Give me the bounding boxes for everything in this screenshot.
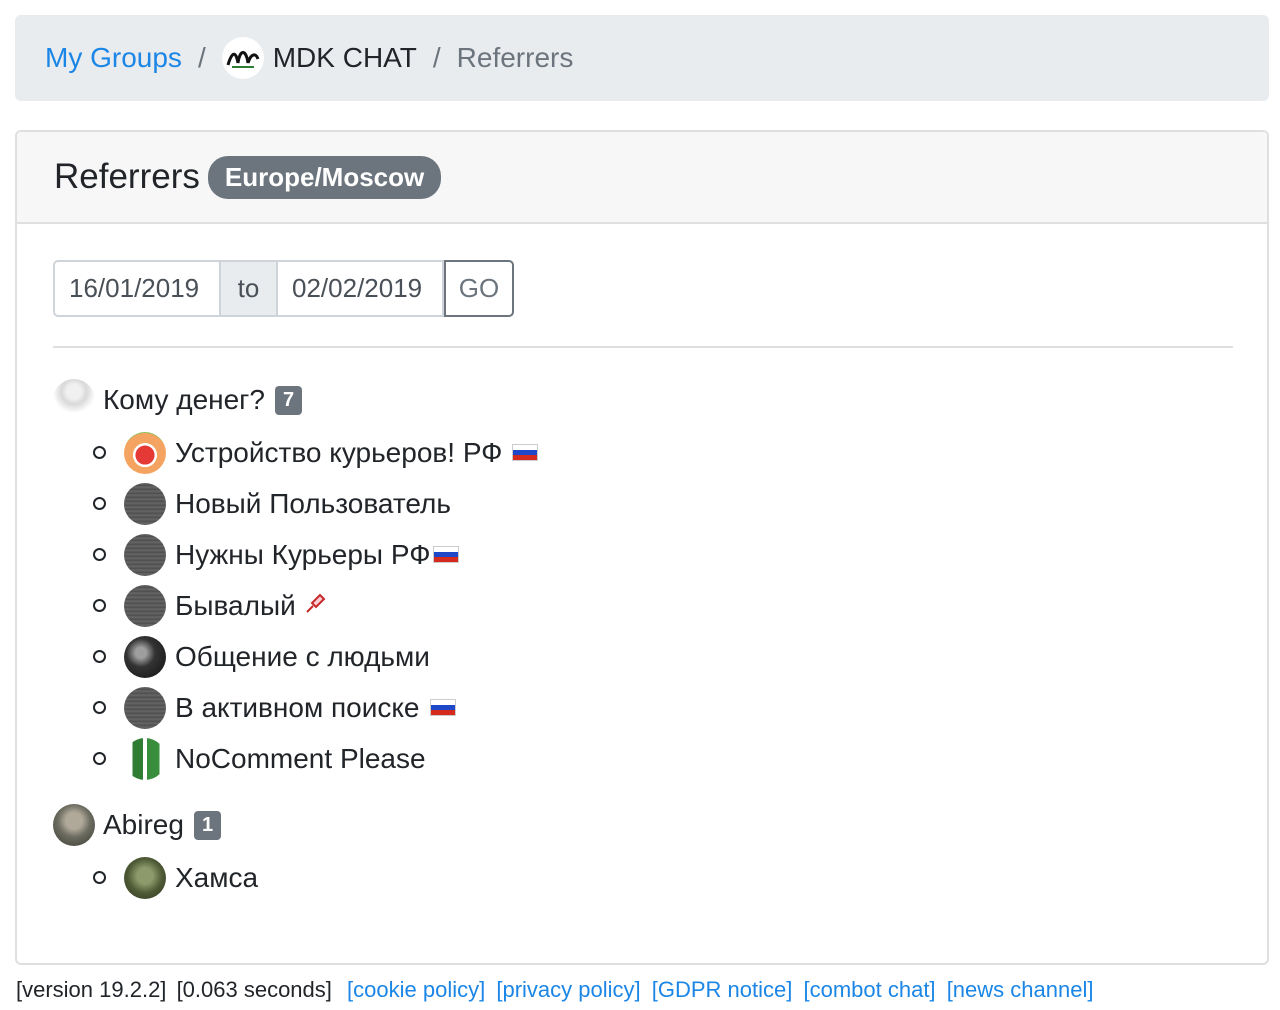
- syringe-icon: [304, 591, 328, 621]
- breadcrumb-group-name: MDK CHAT: [272, 42, 417, 73]
- bullet: [93, 446, 106, 459]
- breadcrumb-separator: /: [197, 42, 206, 73]
- user-avatar: [124, 635, 166, 678]
- user-avatar: [124, 686, 166, 729]
- list-item: В активном поиске: [53, 682, 1267, 733]
- date-from-input[interactable]: [53, 260, 221, 317]
- go-button[interactable]: GO: [444, 260, 514, 317]
- breadcrumb-current: Referrers: [456, 42, 574, 73]
- list-item: Устройство курьеров! РФ: [53, 427, 1267, 478]
- user-avatar: [124, 431, 166, 474]
- breadcrumb-separator: /: [432, 42, 441, 73]
- invited-user-name: Хамса: [175, 861, 259, 893]
- russia-flag-icon: [429, 699, 456, 716]
- user-avatar: [124, 482, 166, 525]
- referral-count-badge: 1: [193, 810, 222, 840]
- invited-user-name: Нужны Курьеры РФ: [175, 538, 431, 570]
- invited-user-name: Бывалый: [175, 589, 296, 621]
- invited-user-name: NoComment Please: [175, 742, 426, 774]
- user-avatar: [124, 856, 166, 899]
- breadcrumb-my-groups-link[interactable]: My Groups: [45, 42, 182, 74]
- card-header: Referrers Europe/Moscow: [17, 132, 1267, 224]
- timing-text: [0.063 seconds]: [176, 977, 332, 1002]
- user-avatar: [124, 737, 166, 780]
- timezone-badge: Europe/Moscow: [207, 155, 442, 199]
- gdpr-notice-link[interactable]: [GDPR notice]: [652, 977, 793, 1002]
- breadcrumb: My Groups / MDK CHAT / Referrers: [15, 15, 1269, 101]
- bullet: [93, 871, 106, 884]
- page-title: Referrers: [54, 157, 200, 196]
- bullet: [93, 497, 106, 510]
- combot-chat-link[interactable]: [combot chat]: [803, 977, 935, 1002]
- bullet: [93, 752, 106, 765]
- user-avatar: [124, 533, 166, 576]
- invited-user-name: Устройство курьеров! РФ: [175, 436, 503, 468]
- referral-count-badge: 7: [274, 385, 303, 415]
- invited-users-list: Устройство курьеров! РФ Новый Пользовате…: [53, 427, 1267, 784]
- divider: [53, 346, 1233, 348]
- list-item: NoComment Please: [53, 733, 1267, 784]
- referrer-row: Abireg 1: [53, 802, 1267, 848]
- invited-users-list: Хамса: [53, 852, 1267, 903]
- referrer-name: Кому денег?: [103, 384, 265, 415]
- referrers-list: Кому денег? 7 Устройство курьеров! РФ Но…: [53, 377, 1267, 921]
- list-item: Бывалый: [53, 580, 1267, 631]
- bullet: [93, 650, 106, 663]
- bullet: [93, 701, 106, 714]
- date-range-form: to GO: [53, 260, 514, 317]
- referrers-card: Referrers Europe/Moscow to GO Кому денег…: [15, 130, 1269, 965]
- list-item: Нужны Курьеры РФ: [53, 529, 1267, 580]
- privacy-policy-link[interactable]: [privacy policy]: [496, 977, 640, 1002]
- user-avatar: [124, 584, 166, 627]
- referrer-avatar: [53, 804, 95, 846]
- invited-user-name: Новый Пользователь: [175, 487, 451, 519]
- footer: [version 19.2.2] [0.063 seconds] [cookie…: [16, 977, 1093, 1003]
- cookie-policy-link[interactable]: [cookie policy]: [347, 977, 485, 1002]
- list-item: Общение с людьми: [53, 631, 1267, 682]
- news-channel-link[interactable]: [news channel]: [947, 977, 1094, 1002]
- date-range-to-label: to: [221, 260, 276, 317]
- bullet: [93, 548, 106, 561]
- russia-flag-icon: [512, 444, 539, 461]
- russia-flag-icon: [432, 546, 459, 563]
- referrer-avatar: [53, 379, 95, 421]
- list-item: Хамса: [53, 852, 1267, 903]
- bullet: [93, 599, 106, 612]
- version-text: [version 19.2.2]: [16, 977, 167, 1002]
- referrer-row: Кому денег? 7: [53, 377, 1267, 423]
- date-to-input[interactable]: [276, 260, 444, 317]
- referrer-name: Abireg: [103, 809, 184, 840]
- list-item: Новый Пользователь: [53, 478, 1267, 529]
- breadcrumb-group[interactable]: MDK CHAT: [221, 37, 417, 79]
- group-avatar: [221, 37, 264, 79]
- invited-user-name: Общение с людьми: [175, 640, 430, 672]
- invited-user-name: В активном поиске: [175, 691, 420, 723]
